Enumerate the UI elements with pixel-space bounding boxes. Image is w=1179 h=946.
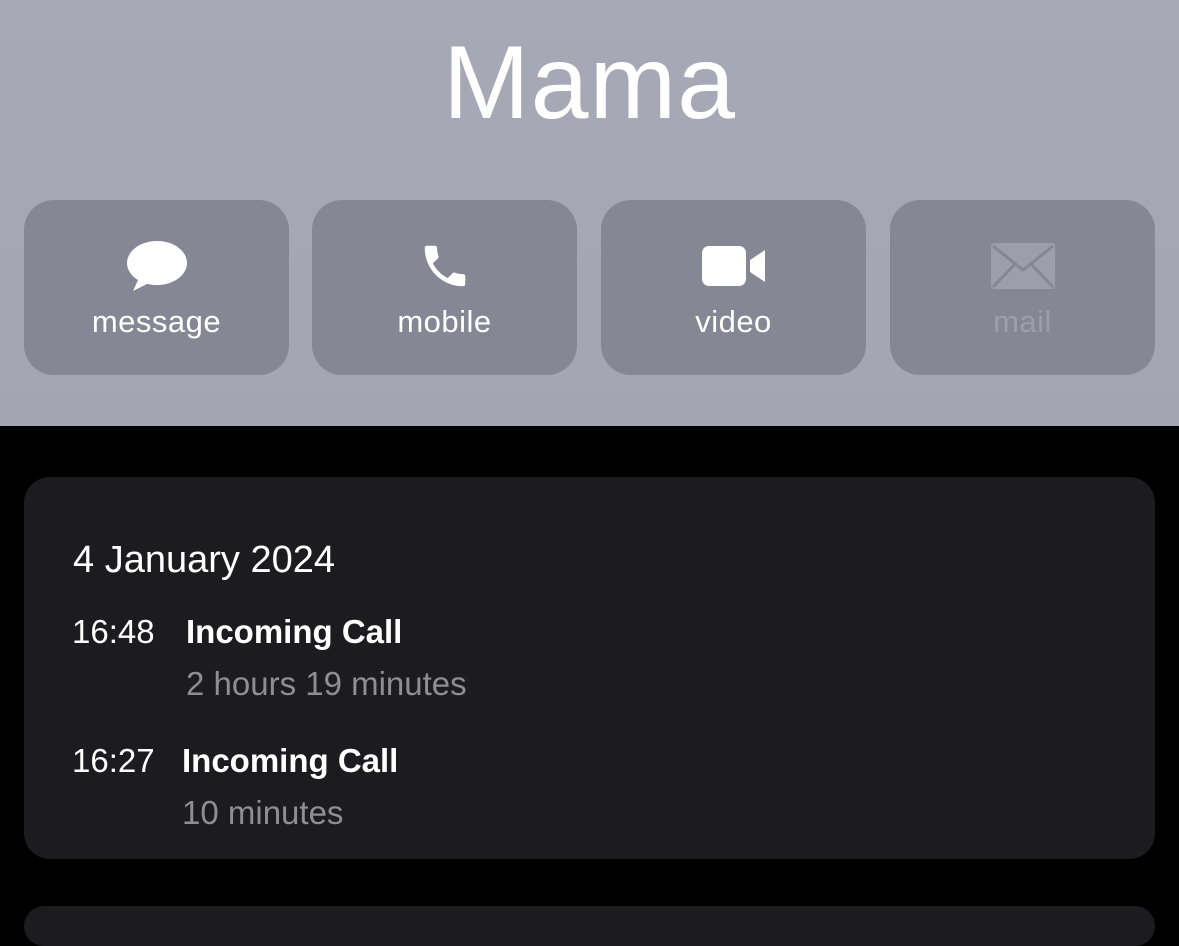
call-time: 16:48 [72, 613, 155, 650]
envelope-icon [890, 238, 1155, 294]
call-history-card: 4 January 2024 16:48 Incoming Call 2 hou… [24, 477, 1155, 859]
message-label: message [91, 304, 222, 339]
phone-icon [312, 238, 577, 294]
mobile-button[interactable]: mobile [312, 200, 577, 375]
video-label: video [695, 304, 772, 339]
mail-label: mail [993, 304, 1052, 339]
video-camera-icon [601, 238, 866, 294]
mail-button[interactable]: mail [890, 200, 1155, 375]
video-button[interactable]: video [601, 200, 866, 375]
history-date: 4 January 2024 [73, 539, 335, 581]
call-duration: 2 hours 19 minutes [186, 665, 467, 702]
call-time: 16:27 [72, 742, 155, 779]
next-section-card [24, 906, 1155, 946]
call-type: Incoming Call [186, 613, 403, 650]
call-duration: 10 minutes [182, 794, 344, 831]
mobile-label: mobile [397, 304, 492, 339]
contact-name: Mama [443, 25, 736, 141]
call-type: Incoming Call [182, 742, 399, 779]
message-button[interactable]: message [24, 200, 289, 375]
contact-header: Mama message mobile video mail [0, 0, 1179, 426]
message-bubble-icon [24, 238, 289, 294]
